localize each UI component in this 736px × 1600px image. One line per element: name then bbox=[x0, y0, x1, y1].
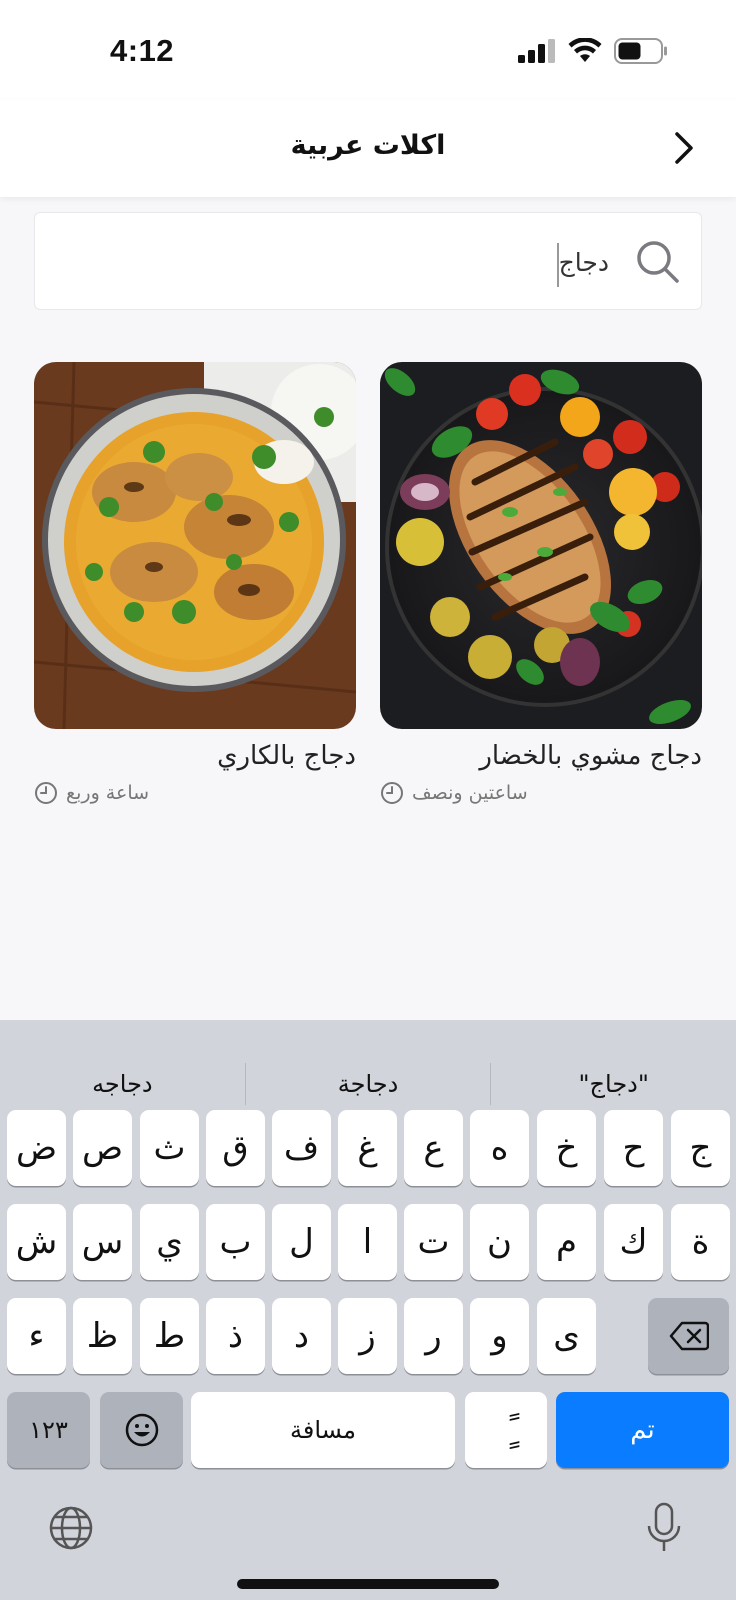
grilled-chicken-image bbox=[380, 362, 702, 729]
key[interactable]: ح bbox=[604, 1110, 663, 1186]
clock-icon bbox=[35, 782, 57, 804]
key-row-4: ١٢٣ مسافة ًٍ تم bbox=[0, 1392, 736, 1468]
key[interactable]: م bbox=[537, 1204, 596, 1280]
key[interactable]: ف bbox=[272, 1110, 331, 1186]
key[interactable]: غ bbox=[338, 1110, 397, 1186]
recipe-duration: ساعة وربع bbox=[34, 781, 356, 805]
clock-icon bbox=[381, 782, 403, 804]
back-button[interactable] bbox=[664, 128, 704, 168]
key[interactable]: ج bbox=[671, 1110, 730, 1186]
status-bar: 4:12 bbox=[0, 0, 736, 100]
key[interactable]: ت bbox=[404, 1204, 463, 1280]
recipe-duration-text: ساعتين ونصف bbox=[412, 782, 528, 804]
key[interactable]: د bbox=[272, 1298, 331, 1374]
key[interactable]: ل bbox=[272, 1204, 331, 1280]
recipe-title: دجاج مشوي بالخضار bbox=[479, 741, 702, 771]
battery-icon bbox=[614, 38, 667, 64]
recipe-duration-text: ساعة وربع bbox=[66, 782, 150, 804]
recipe-duration: ساعتين ونصف bbox=[380, 781, 702, 805]
key[interactable]: ظ bbox=[73, 1298, 132, 1374]
key[interactable]: ط bbox=[140, 1298, 199, 1374]
key[interactable]: ى bbox=[537, 1298, 596, 1374]
key[interactable]: ء bbox=[7, 1298, 66, 1374]
key[interactable]: ض bbox=[7, 1110, 66, 1186]
key-row-3: ء ظ ط ذ د ز ر و ى bbox=[0, 1298, 736, 1374]
space-key[interactable]: مسافة bbox=[191, 1392, 455, 1468]
search-icon bbox=[637, 241, 679, 283]
arabic-keyboard: دجاجه دجاجة "دجاج" ض ص ث ق ف غ ع ه خ ح ج… bbox=[0, 1020, 736, 1600]
recipe-card[interactable]: دجاج مشوي بالخضار ساعتين ونصف bbox=[380, 362, 702, 805]
key[interactable]: ن bbox=[470, 1204, 529, 1280]
key[interactable]: ا bbox=[338, 1204, 397, 1280]
chevron-right-icon bbox=[675, 132, 693, 164]
recipe-card[interactable]: دجاج بالكاري ساعة وربع bbox=[34, 362, 356, 805]
key[interactable]: و bbox=[470, 1298, 529, 1374]
status-icons bbox=[518, 38, 668, 64]
cellular-signal-icon bbox=[518, 39, 555, 63]
key[interactable]: ر bbox=[404, 1298, 463, 1374]
search-bar[interactable] bbox=[34, 212, 702, 310]
key[interactable]: ق bbox=[206, 1110, 265, 1186]
key[interactable]: ي bbox=[140, 1204, 199, 1280]
numbers-key[interactable]: ١٢٣ bbox=[7, 1392, 90, 1468]
key[interactable]: خ bbox=[537, 1110, 596, 1186]
key[interactable]: ع bbox=[404, 1110, 463, 1186]
microphone-icon[interactable] bbox=[646, 1502, 682, 1554]
key[interactable]: س bbox=[73, 1204, 132, 1280]
home-indicator bbox=[237, 1579, 499, 1589]
app-header: اكلات عربية bbox=[0, 100, 736, 197]
key[interactable]: ه bbox=[470, 1110, 529, 1186]
status-time: 4:12 bbox=[110, 33, 175, 68]
search-input[interactable] bbox=[69, 239, 609, 285]
delete-key[interactable] bbox=[648, 1298, 729, 1374]
done-key[interactable]: تم bbox=[556, 1392, 729, 1468]
page-title: اكلات عربية bbox=[290, 130, 446, 161]
chicken-curry-image bbox=[34, 362, 356, 729]
key-row-2: ش س ي ب ل ا ت ن م ك ة bbox=[0, 1204, 736, 1280]
key[interactable]: ث bbox=[140, 1110, 199, 1186]
wifi-icon bbox=[568, 38, 602, 62]
backspace-icon bbox=[669, 1321, 709, 1351]
diacritic-key[interactable]: ًٍ bbox=[465, 1392, 547, 1468]
key[interactable]: ة bbox=[671, 1204, 730, 1280]
key[interactable]: ز bbox=[338, 1298, 397, 1374]
key[interactable]: ب bbox=[206, 1204, 265, 1280]
key[interactable]: ص bbox=[73, 1110, 132, 1186]
key[interactable]: ك bbox=[604, 1204, 663, 1280]
key[interactable]: ذ bbox=[206, 1298, 265, 1374]
key-row-1: ض ص ث ق ف غ ع ه خ ح ج bbox=[0, 1110, 736, 1186]
emoji-icon bbox=[125, 1413, 158, 1447]
emoji-key[interactable] bbox=[100, 1392, 183, 1468]
recipe-title: دجاج بالكاري bbox=[217, 741, 356, 771]
text-caret bbox=[557, 243, 559, 287]
globe-icon[interactable] bbox=[48, 1505, 94, 1551]
key[interactable]: ش bbox=[7, 1204, 66, 1280]
